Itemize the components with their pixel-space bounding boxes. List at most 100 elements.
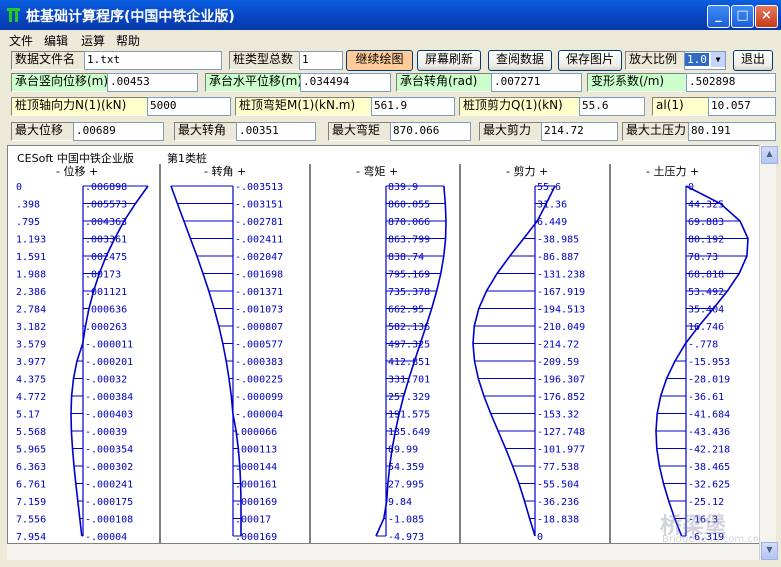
- displacement-value: -.000108: [85, 515, 133, 526]
- file-input[interactable]: 1.txt: [84, 51, 222, 70]
- shear-value: -209.59: [537, 357, 579, 368]
- depth-label: 1.591: [16, 252, 46, 263]
- depth-label: 3.977: [16, 357, 46, 368]
- moment-value: 662.95: [388, 305, 424, 316]
- moment-value: -1.085: [388, 515, 424, 526]
- chevron-down-icon[interactable]: ▼: [711, 52, 725, 67]
- pile-top-q-value[interactable]: 55.6: [579, 97, 645, 116]
- menu-file[interactable]: 文件: [9, 32, 33, 49]
- scroll-down-icon[interactable]: ▼: [761, 542, 778, 560]
- rotation-value: -.002047: [235, 252, 283, 263]
- al-label: al(1): [652, 97, 711, 116]
- cap-v-disp-label: 承台竖向位移(m): [11, 73, 110, 92]
- shear-value: -36.236: [537, 497, 579, 508]
- moment-value: 870.066: [388, 217, 430, 228]
- plot-header-left: CESoft 中国中铁企业版: [17, 151, 134, 165]
- max-disp-value[interactable]: .00689: [73, 122, 164, 141]
- depth-label: 6.363: [16, 462, 46, 473]
- al-value[interactable]: 10.057: [708, 97, 776, 116]
- moment-value: 89.99: [388, 445, 418, 456]
- minimize-button[interactable]: _: [707, 5, 730, 28]
- pile-top-q-label: 桩顶剪力Q(1)(kN): [459, 97, 582, 116]
- soil-value: 0: [688, 182, 694, 193]
- column-rotation: -.003513 -.003151 -.002781 -.002411 -.002047…: [170, 182, 283, 543]
- view-data-button[interactable]: 查阅数据: [488, 50, 552, 71]
- rotation-value: -.002411: [235, 235, 283, 246]
- horizontal-scrollbar[interactable]: [7, 544, 759, 560]
- vertical-scrollbar[interactable]: ▲ ▼: [759, 145, 778, 560]
- rotation-value: .000066: [235, 427, 277, 438]
- rotation-value: -.003513: [235, 182, 283, 193]
- shear-value: -210.049: [537, 322, 585, 333]
- depth-label: 3.182: [16, 322, 46, 333]
- watermark-en: Bridgehead.com.cn: [662, 534, 760, 544]
- shear-value: -196.307: [537, 375, 585, 386]
- soil-value: -36.61: [688, 392, 724, 403]
- displacement-value: .00173: [85, 270, 121, 281]
- depth-label: 5.965: [16, 445, 46, 456]
- max-soil-value[interactable]: 80.191: [688, 122, 776, 141]
- shear-value: -214.72: [537, 340, 579, 351]
- save-image-button[interactable]: 保存图片: [558, 50, 622, 71]
- diagram-columns: .006898 .005573 .004363 .003361 .002475 .0017…: [70, 182, 749, 543]
- shear-value: 55.6: [537, 182, 561, 193]
- menu-bar: 文件 编辑 运算 帮助: [0, 30, 781, 48]
- rotation-value: .000144: [235, 462, 277, 473]
- exit-button[interactable]: 退出: [733, 50, 773, 71]
- soil-value: 68.818: [688, 270, 724, 281]
- max-shear-value[interactable]: 214.72: [541, 122, 618, 141]
- pile-top-m-label: 桩顶弯矩M(1)(kN.m): [235, 97, 374, 116]
- moment-value: 497.325: [388, 340, 430, 351]
- col-title-displacement: - 位移 +: [56, 164, 98, 178]
- cap-deform-value[interactable]: .502898: [686, 73, 776, 92]
- displacement-value: -.00032: [85, 375, 127, 386]
- rotation-value: .000113: [235, 445, 277, 456]
- zoom-select[interactable]: 1.0 ▼: [684, 51, 726, 70]
- pile-top-m-value[interactable]: 561.9: [371, 97, 455, 116]
- max-moment-value[interactable]: 870.066: [390, 122, 471, 141]
- maximize-button[interactable]: □: [731, 5, 754, 28]
- displacement-value: .002475: [85, 252, 127, 263]
- depth-label: 5.568: [16, 427, 46, 438]
- zoom-label: 放大比例: [625, 51, 688, 70]
- cap-rot-label: 承台转角(rad): [396, 73, 495, 92]
- pile-types-input[interactable]: 1: [299, 51, 343, 70]
- depth-label: 2.784: [16, 305, 46, 316]
- soil-value: 44.325: [688, 200, 724, 211]
- moment-value: 839.9: [388, 182, 418, 193]
- depth-label: 1.988: [16, 270, 46, 281]
- menu-help[interactable]: 帮助: [116, 32, 140, 49]
- menu-compute[interactable]: 运算: [81, 32, 105, 49]
- depth-label: 6.761: [16, 480, 46, 491]
- displacement-value: .000636: [85, 305, 127, 316]
- file-label: 数据文件名: [11, 51, 88, 70]
- title-bar: 桩基础计算程序(中国中铁企业版) _ □ ×: [0, 0, 781, 30]
- depth-label: 7.159: [16, 497, 46, 508]
- scroll-up-icon[interactable]: ▲: [761, 146, 778, 164]
- pile-top-n-value[interactable]: 5000: [147, 97, 231, 116]
- continue-draw-button[interactable]: 继续绘图: [346, 50, 413, 71]
- displacement-value: -.000175: [85, 497, 133, 508]
- depth-label: 2.386: [16, 287, 46, 298]
- moment-value: 191.575: [388, 410, 430, 421]
- moment-value: 54.359: [388, 462, 424, 473]
- close-button[interactable]: ×: [755, 5, 778, 28]
- rotation-value: -.000099: [235, 392, 283, 403]
- depth-label: 4.772: [16, 392, 46, 403]
- soil-value: 16.746: [688, 322, 724, 333]
- displacement-value: -.000354: [85, 445, 133, 456]
- displacement-value: -.000302: [85, 462, 133, 473]
- depth-label: .795: [16, 217, 40, 228]
- cap-h-disp-value[interactable]: .034494: [300, 73, 391, 92]
- max-rot-value[interactable]: .00351: [236, 122, 316, 141]
- moment-value: 582.136: [388, 322, 430, 333]
- column-shear: 55.6 31.36 6.449 -38.985 -86.887 -131.238 -167…: [472, 182, 585, 543]
- cap-rot-value[interactable]: .007271: [491, 73, 582, 92]
- column-displacement: .006898 .005573 .004363 .003361 .002475 .0017…: [70, 182, 149, 543]
- refresh-button[interactable]: 屏幕刷新: [417, 50, 481, 71]
- displacement-value: .003361: [85, 235, 127, 246]
- cap-v-disp-value[interactable]: .00453: [107, 73, 198, 92]
- menu-edit[interactable]: 编辑: [44, 32, 68, 49]
- moment-value: 735.378: [388, 287, 430, 298]
- moment-value: 27.995: [388, 480, 424, 491]
